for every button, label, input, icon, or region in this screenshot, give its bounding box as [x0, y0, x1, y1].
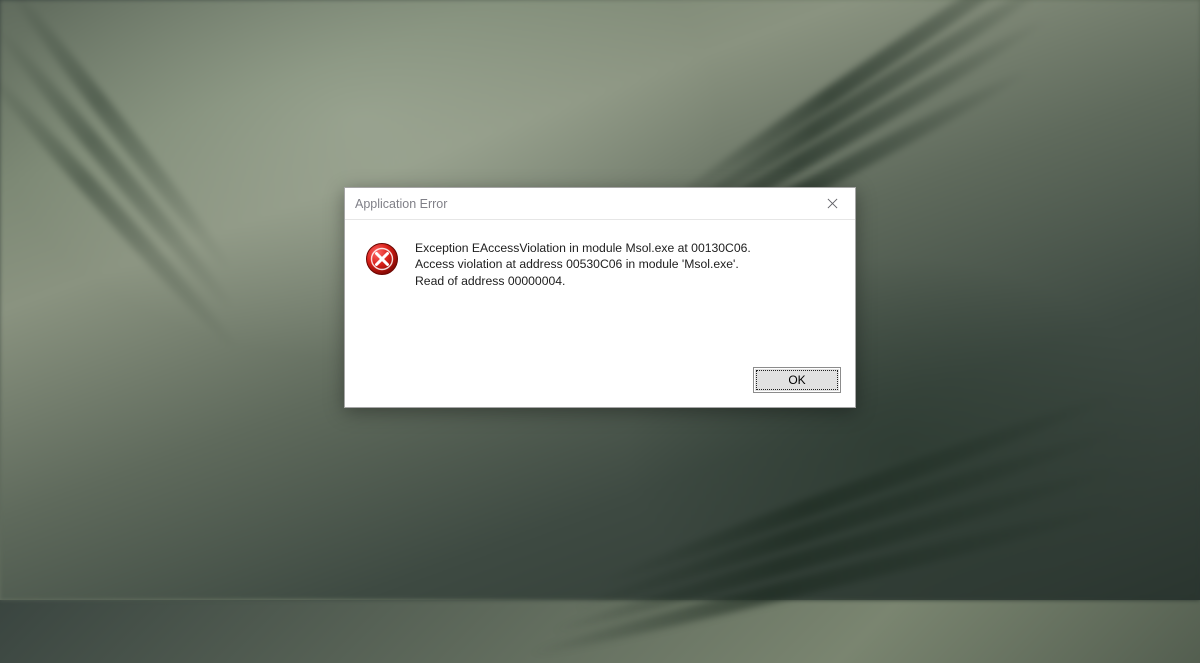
dialog-title: Application Error [355, 197, 447, 211]
dialog-buttons: OK [753, 367, 841, 393]
error-icon [365, 242, 399, 276]
error-dialog: Application Error [344, 187, 856, 408]
ok-button[interactable]: OK [753, 367, 841, 393]
error-message: Exception EAccessViolation in module Mso… [415, 240, 751, 289]
dialog-body: Exception EAccessViolation in module Mso… [345, 220, 855, 289]
dialog-titlebar[interactable]: Application Error [345, 188, 855, 220]
close-icon [827, 198, 838, 209]
close-button[interactable] [815, 192, 849, 216]
